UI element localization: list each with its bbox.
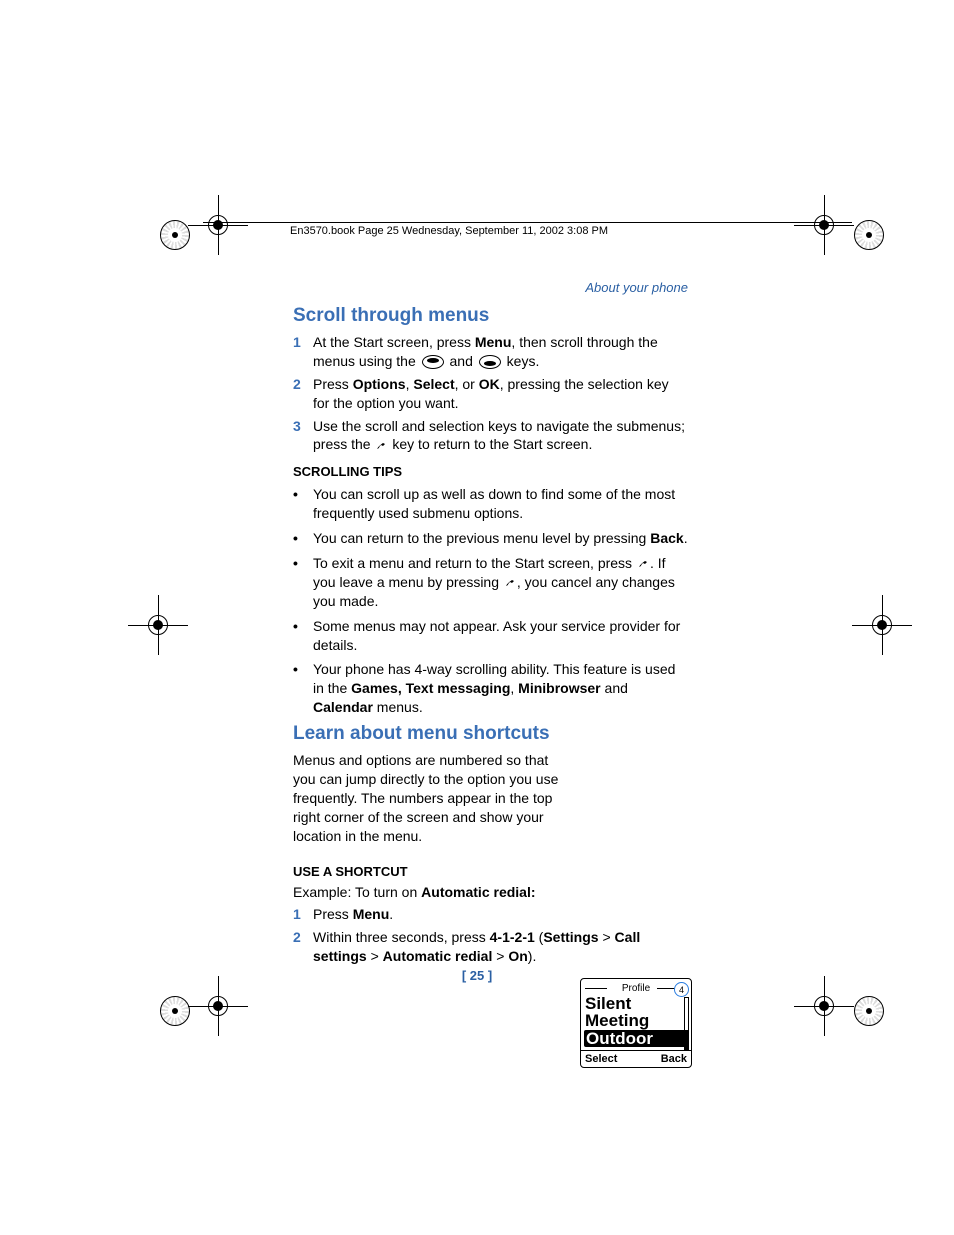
step-body: Within three seconds, press 4-1-2-1 (Set…: [313, 928, 688, 966]
list-item: •Some menus may not appear. Ask your ser…: [293, 617, 688, 655]
steps-shortcut: 1 Press Menu. 2 Within three seconds, pr…: [293, 905, 688, 966]
heading-learn-shortcuts: Learn about menu shortcuts: [293, 723, 688, 745]
heading-scroll-through-menus: Scroll through menus: [293, 305, 688, 327]
crosshair-icon: [852, 595, 912, 655]
step-1: 1 Press Menu.: [293, 905, 688, 924]
step-number: 3: [293, 417, 313, 455]
paragraph: Menus and options are numbered so that y…: [293, 751, 563, 845]
crosshair-icon: [188, 976, 248, 1036]
step-body: Press Menu.: [313, 905, 688, 924]
step-number: 1: [293, 905, 313, 924]
example-line: Example: To turn on Automatic redial:: [293, 883, 688, 902]
step-number: 2: [293, 375, 313, 413]
scroll-down-icon: [422, 355, 444, 369]
end-call-key-icon: [503, 576, 517, 590]
step-body: Press Options, Select, or OK, pressing t…: [313, 375, 688, 413]
step-1: 1 At the Start screen, press Menu, then …: [293, 333, 688, 371]
header-rule: [203, 222, 852, 223]
phone-screen-illustration: Profile 4 Silent Meeting Outdoor Select …: [580, 978, 692, 1068]
list-item: •You can scroll up as well as down to fi…: [293, 485, 688, 523]
crosshair-icon: [188, 195, 248, 255]
page-number: [ 25 ]: [0, 968, 954, 983]
profile-item: Silent: [581, 995, 691, 1012]
list-item: •To exit a menu and return to the Start …: [293, 554, 688, 611]
step-3: 3 Use the scroll and selection keys to n…: [293, 417, 688, 455]
step-number: 2: [293, 928, 313, 966]
running-header: About your phone: [293, 280, 688, 295]
scroll-up-icon: [479, 355, 501, 369]
subheading-use-shortcut: USE A SHORTCUT: [293, 864, 688, 879]
subheading-scrolling-tips: SCROLLING TIPS: [293, 464, 688, 479]
step-body: Use the scroll and selection keys to nav…: [313, 417, 688, 455]
page: En3570.book Page 25 Wednesday, September…: [0, 0, 954, 1235]
crosshair-icon: [794, 195, 854, 255]
step-number: 1: [293, 333, 313, 371]
end-call-key-icon: [636, 557, 650, 571]
tips-list: •You can scroll up as well as down to fi…: [293, 485, 688, 717]
step-2: 2 Within three seconds, press 4-1-2-1 (S…: [293, 928, 688, 966]
list-item: •You can return to the previous menu lev…: [293, 529, 688, 548]
softkey-right: Back: [661, 1053, 687, 1065]
menu-index-badge: 4: [674, 982, 689, 997]
steps-scroll: 1 At the Start screen, press Menu, then …: [293, 333, 688, 454]
content-area: About your phone Scroll through menus 1 …: [293, 280, 688, 974]
step-body: At the Start screen, press Menu, then sc…: [313, 333, 688, 371]
crosshair-icon: [794, 976, 854, 1036]
profile-item-selected: Outdoor: [584, 1030, 688, 1047]
step-2: 2 Press Options, Select, or OK, pressing…: [293, 375, 688, 413]
profile-item: Meeting: [581, 1012, 691, 1029]
screen-scrollbar-icon: [684, 997, 689, 1051]
end-call-key-icon: [374, 439, 388, 453]
softkey-left: Select: [585, 1053, 617, 1065]
crosshair-icon: [128, 595, 188, 655]
page-slug: En3570.book Page 25 Wednesday, September…: [290, 225, 608, 237]
list-item: •Your phone has 4-way scrolling ability.…: [293, 660, 688, 717]
screen-title: Profile: [619, 983, 653, 994]
